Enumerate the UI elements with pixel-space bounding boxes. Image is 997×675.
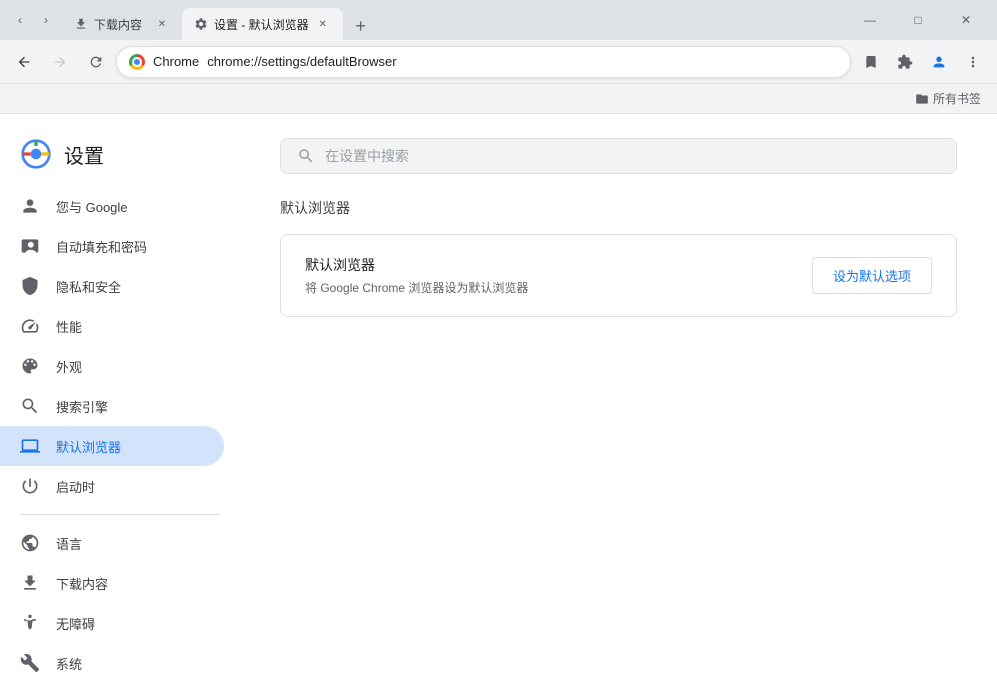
main-content: 设置 您与 Google 自动填充和密码 隐私和安全 性能 xyxy=(0,114,997,675)
sidebar-item-performance[interactable]: 性能 xyxy=(0,306,224,346)
sidebar-item-startup[interactable]: 启动时 xyxy=(0,466,224,506)
sidebar-item-google[interactable]: 您与 Google xyxy=(0,186,224,226)
settings-tab-icon xyxy=(194,17,208,31)
chrome-logo-large xyxy=(20,138,52,170)
sidebar-divider xyxy=(20,514,220,515)
card-subtitle: 将 Google Chrome 浏览器设为默认浏览器 xyxy=(305,279,796,296)
sidebar-item-google-label: 您与 Google xyxy=(56,197,128,216)
reload-button[interactable] xyxy=(80,46,112,78)
site-icon xyxy=(129,54,145,70)
sidebar-item-appearance[interactable]: 外观 xyxy=(0,346,224,386)
shield-icon xyxy=(20,276,40,296)
sidebar-item-system[interactable]: 系统 xyxy=(0,643,224,675)
download-tab-icon xyxy=(74,17,88,31)
tab-settings-label: 设置 - 默认浏览器 xyxy=(214,16,309,33)
power-icon xyxy=(20,476,40,496)
set-default-button[interactable]: 设为默认选项 xyxy=(812,257,932,294)
sidebar-item-downloads-label: 下载内容 xyxy=(56,574,108,593)
sidebar-item-default-browser[interactable]: 默认浏览器 xyxy=(0,426,224,466)
computer-icon xyxy=(20,436,40,456)
tab-back-button[interactable]: ‹ xyxy=(8,8,32,32)
all-bookmarks-label: 所有书签 xyxy=(933,90,981,107)
section-title: 默认浏览器 xyxy=(280,198,957,218)
search-box[interactable] xyxy=(280,138,957,174)
sidebar-item-startup-label: 启动时 xyxy=(56,477,95,496)
sidebar-item-search-label: 搜索引擎 xyxy=(56,397,108,416)
sidebar-item-performance-label: 性能 xyxy=(56,317,82,336)
close-button[interactable]: ✕ xyxy=(943,4,989,36)
address-bar[interactable]: Chrome chrome://settings/defaultBrowser xyxy=(116,46,851,78)
maximize-button[interactable]: □ xyxy=(895,4,941,36)
download-icon xyxy=(20,573,40,593)
minimize-button[interactable]: — xyxy=(847,4,893,36)
settings-header: 设置 xyxy=(0,130,240,186)
globe-icon xyxy=(20,533,40,553)
settings-title: 设置 xyxy=(64,140,104,169)
menu-button[interactable] xyxy=(957,46,989,78)
sidebar-item-autofill[interactable]: 自动填充和密码 xyxy=(0,226,224,266)
content-area: 默认浏览器 默认浏览器 将 Google Chrome 浏览器设为默认浏览器 设… xyxy=(240,114,997,675)
sidebar-item-default-browser-label: 默认浏览器 xyxy=(56,437,121,456)
palette-icon xyxy=(20,356,40,376)
sidebar-item-appearance-label: 外观 xyxy=(56,357,82,376)
default-browser-card: 默认浏览器 将 Google Chrome 浏览器设为默认浏览器 设为默认选项 xyxy=(280,234,957,317)
bookmarks-bar: 所有书签 xyxy=(0,84,997,114)
tab-settings-close[interactable]: ✕ xyxy=(315,16,331,32)
search-input[interactable] xyxy=(325,148,940,164)
address-text: chrome://settings/defaultBrowser xyxy=(207,54,838,69)
tab-download[interactable]: 下载内容 ✕ xyxy=(62,8,182,40)
sidebar-item-privacy-label: 隐私和安全 xyxy=(56,277,121,296)
all-bookmarks-button[interactable]: 所有书签 xyxy=(907,86,989,111)
tab-settings[interactable]: 设置 - 默认浏览器 ✕ xyxy=(182,8,343,40)
profile-button[interactable] xyxy=(923,46,955,78)
search-icon xyxy=(20,396,40,416)
chrome-brand-label: Chrome xyxy=(153,54,199,69)
sidebar-item-accessibility[interactable]: 无障碍 xyxy=(0,603,224,643)
card-text: 默认浏览器 将 Google Chrome 浏览器设为默认浏览器 xyxy=(305,255,796,296)
accessibility-icon xyxy=(20,613,40,633)
sidebar-item-search[interactable]: 搜索引擎 xyxy=(0,386,224,426)
sidebar-item-language[interactable]: 语言 xyxy=(0,523,224,563)
speed-icon xyxy=(20,316,40,336)
sidebar-item-autofill-label: 自动填充和密码 xyxy=(56,237,147,256)
sidebar-item-privacy[interactable]: 隐私和安全 xyxy=(0,266,224,306)
sidebar-item-language-label: 语言 xyxy=(56,534,82,553)
window-controls: — □ ✕ xyxy=(847,4,989,36)
nav-bar: Chrome chrome://settings/defaultBrowser xyxy=(0,40,997,84)
bookmark-button[interactable] xyxy=(855,46,887,78)
back-button[interactable] xyxy=(8,46,40,78)
tab-download-label: 下载内容 xyxy=(94,16,148,33)
forward-button[interactable] xyxy=(44,46,76,78)
sidebar: 设置 您与 Google 自动填充和密码 隐私和安全 性能 xyxy=(0,114,240,675)
tab-forward-button[interactable]: › xyxy=(34,8,58,32)
nav-right xyxy=(855,46,989,78)
search-input-icon xyxy=(297,147,315,165)
sidebar-item-system-label: 系统 xyxy=(56,654,82,673)
badge-icon xyxy=(20,236,40,256)
sidebar-item-downloads[interactable]: 下载内容 xyxy=(0,563,224,603)
tab-download-close[interactable]: ✕ xyxy=(154,16,170,32)
person-icon xyxy=(20,196,40,216)
tab-bar: 下载内容 ✕ 设置 - 默认浏览器 ✕ + xyxy=(62,0,839,40)
extensions-button[interactable] xyxy=(889,46,921,78)
new-tab-button[interactable]: + xyxy=(347,12,375,40)
sidebar-item-accessibility-label: 无障碍 xyxy=(56,614,95,633)
card-title: 默认浏览器 xyxy=(305,255,796,275)
wrench-icon xyxy=(20,653,40,673)
title-bar: ‹ › 下载内容 ✕ 设置 - 默认浏览器 ✕ + — xyxy=(0,0,997,40)
